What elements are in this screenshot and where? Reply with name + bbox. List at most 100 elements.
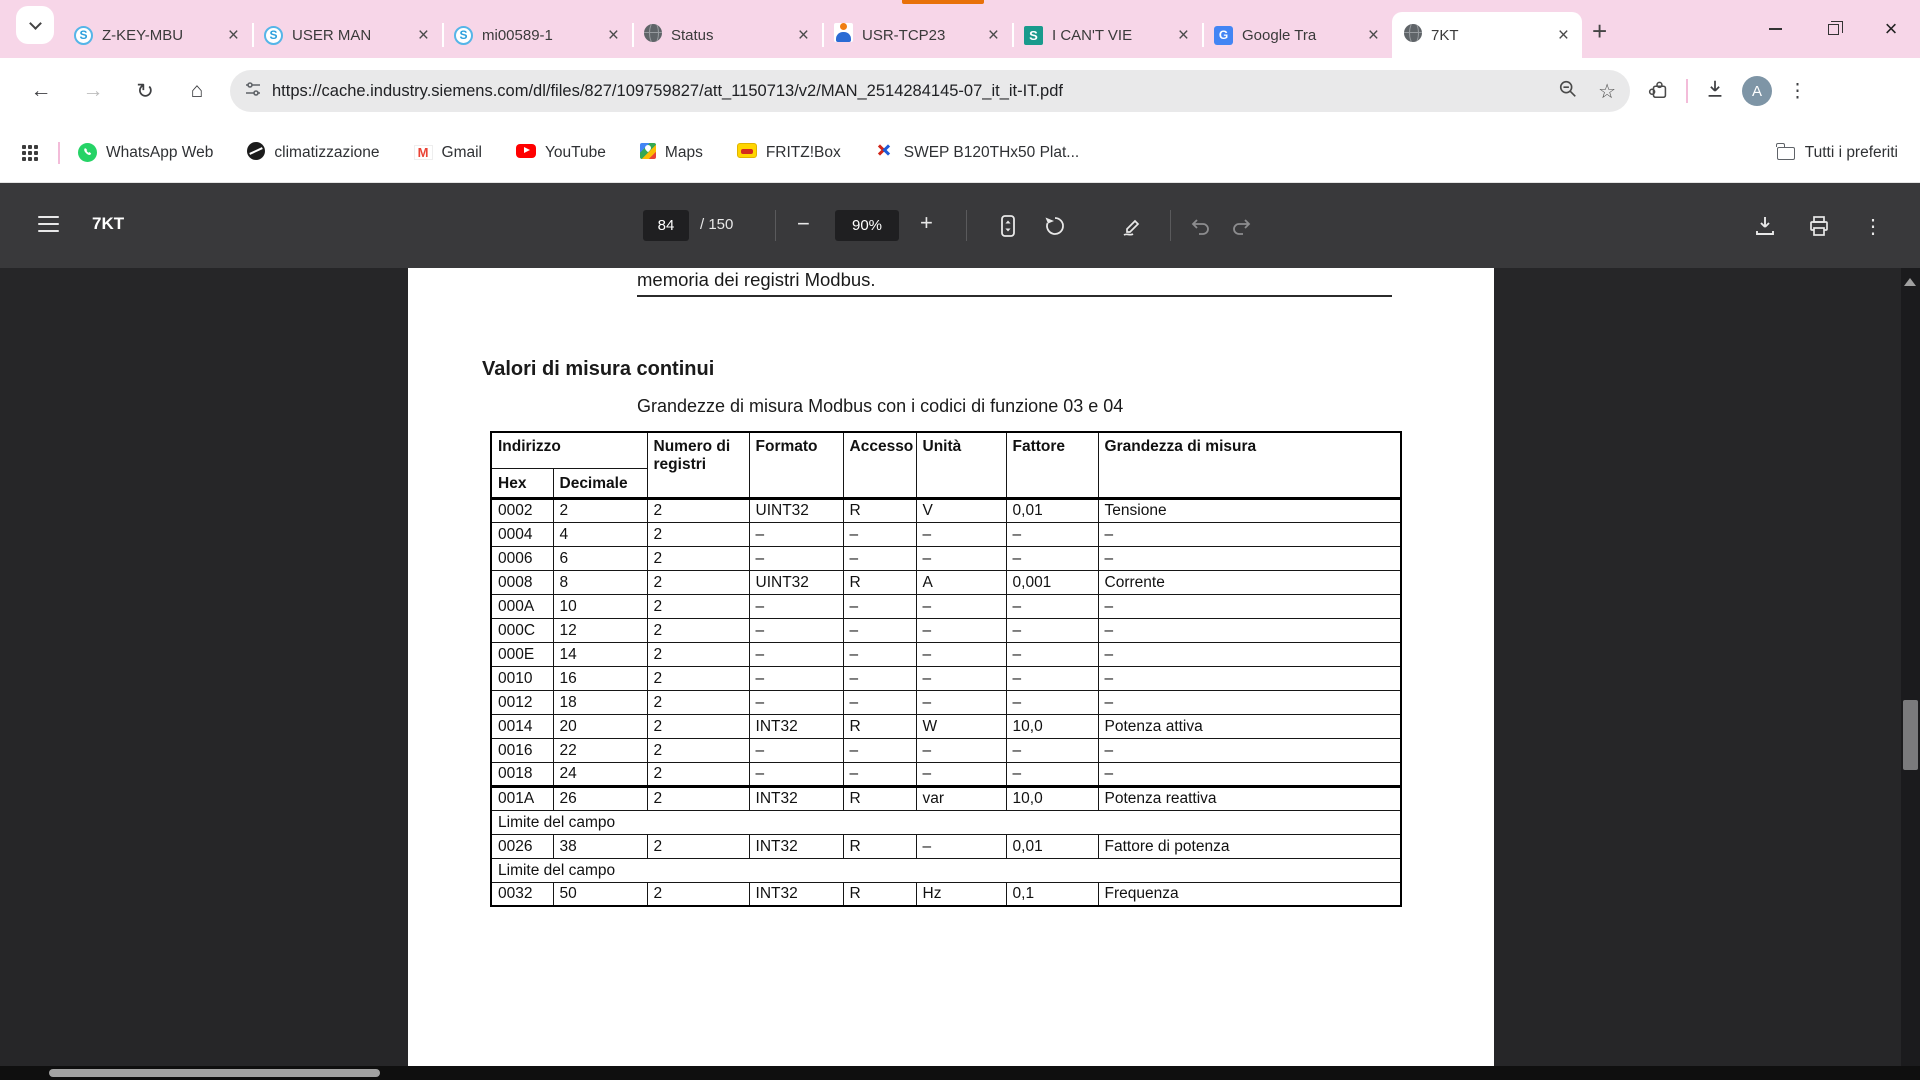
table-row: 0032502INT32RHz0,1Frequenza (491, 882, 1401, 906)
table-row: 000442––––– (491, 522, 1401, 546)
tab-close-icon[interactable]: × (1175, 26, 1192, 45)
table-cell: 24 (553, 762, 647, 786)
bookmark-gmail[interactable]: MGmail (414, 144, 482, 162)
table-cell: – (1098, 690, 1401, 714)
back-icon[interactable]: ← (24, 79, 58, 103)
tab-i-can-t-vie[interactable]: SI CAN'T VIE× (1012, 12, 1202, 58)
restore-button[interactable] (1804, 0, 1862, 58)
table-row: 000222UINT32RV0,01Tensione (491, 498, 1401, 522)
site-info-icon[interactable] (244, 80, 262, 103)
horizontal-scroll-thumb[interactable] (49, 1069, 380, 1077)
table-cell: Hz (916, 882, 1006, 906)
table-cell: 0004 (491, 522, 553, 546)
rotate-icon[interactable] (1042, 213, 1068, 239)
forward-icon[interactable]: → (76, 79, 110, 103)
table-cell: 2 (647, 690, 749, 714)
downloads-icon[interactable] (1704, 78, 1726, 105)
scroll-up-icon[interactable] (1904, 278, 1916, 286)
minimize-button[interactable] (1746, 0, 1804, 58)
vertical-scroll-thumb[interactable] (1903, 700, 1918, 770)
pdf-menu-dots-icon[interactable]: ⋮ (1860, 213, 1886, 239)
tab-accent-strip (902, 0, 984, 4)
table-cell: 38 (553, 834, 647, 858)
table-row: 0010162––––– (491, 666, 1401, 690)
all-bookmarks[interactable]: Tutti i preferiti (1777, 144, 1898, 162)
table-cell: 0012 (491, 690, 553, 714)
tab-google-tra[interactable]: GGoogle Tra× (1202, 12, 1392, 58)
bookmark-star-icon[interactable]: ☆ (1598, 79, 1616, 104)
tab-close-icon[interactable]: × (225, 26, 242, 45)
tab-close-icon[interactable]: × (1365, 26, 1382, 45)
tab-close-icon[interactable]: × (985, 26, 1002, 45)
zoom-in-button[interactable]: + (920, 210, 933, 236)
tab-usr-tcp23[interactable]: USR-TCP23× (822, 12, 1012, 58)
table-cell: 0008 (491, 570, 553, 594)
tab-search-button[interactable] (16, 6, 54, 44)
new-tab-button[interactable]: + (1592, 18, 1607, 44)
vertical-scrollbar[interactable] (1901, 268, 1920, 1080)
apps-grid-icon[interactable] (22, 145, 38, 161)
tab-close-icon[interactable]: × (605, 26, 622, 45)
tab-mi00589-1[interactable]: Smi00589-1× (442, 12, 632, 58)
horizontal-scrollbar[interactable] (0, 1066, 1920, 1080)
bookmark-whatsapp-web[interactable]: WhatsApp Web (78, 143, 213, 163)
bookmark-swep-b120thx50-plat[interactable]: SWEP B120THx50 Plat... (875, 143, 1079, 164)
window-controls: × (1746, 0, 1920, 58)
table-cell: 22 (553, 738, 647, 762)
table-cell: – (1098, 666, 1401, 690)
table-cell: INT32 (749, 714, 843, 738)
avatar[interactable]: A (1742, 76, 1772, 106)
zoom-out-icon[interactable] (1558, 79, 1578, 104)
table-cell: 2 (647, 666, 749, 690)
table-cell: Potenza attiva (1098, 714, 1401, 738)
zoom-out-button[interactable]: − (797, 211, 810, 237)
bookmark-climatizzazione[interactable]: climatizzazione (247, 142, 379, 165)
table-row: 0026382INT32R–0,01Fattore di potenza (491, 834, 1401, 858)
tab-7kt[interactable]: 7KT × (1392, 12, 1582, 58)
annotate-icon[interactable] (1120, 213, 1146, 239)
page-number-input[interactable]: 84 (643, 210, 689, 241)
table-cell: 2 (647, 786, 749, 810)
extensions-icon[interactable] (1648, 78, 1670, 105)
tab-label: USER MAN (292, 27, 409, 44)
print-icon[interactable] (1806, 213, 1832, 239)
table-cell: Potenza reattiva (1098, 786, 1401, 810)
zoom-level-input[interactable]: 90% (835, 210, 899, 241)
col-header-registri: Numero di registri (647, 432, 749, 498)
tab-close-icon[interactable]: × (1555, 26, 1572, 45)
pdf-menu-icon[interactable] (38, 216, 59, 232)
browser-menu-icon[interactable]: ⋮ (1788, 80, 1807, 103)
table-span-row-label: Limite del campo (491, 858, 1401, 882)
tab-close-icon[interactable]: × (415, 26, 432, 45)
bookmark-maps[interactable]: Maps (640, 143, 703, 164)
table-cell: – (1006, 738, 1098, 762)
pdf-download-icon[interactable] (1752, 213, 1778, 239)
tab-label: 7KT (1431, 27, 1549, 44)
table-cell: – (843, 642, 916, 666)
home-icon[interactable]: ⌂ (180, 79, 214, 103)
address-bar[interactable]: https://cache.industry.siemens.com/dl/fi… (230, 70, 1630, 112)
table-cell: 2 (647, 738, 749, 762)
redo-icon[interactable] (1228, 213, 1254, 239)
reload-icon[interactable]: ↻ (128, 79, 162, 104)
modbus-register-table: Indirizzo Numero di registri Formato Acc… (490, 431, 1402, 907)
youtube-icon (516, 144, 536, 163)
table-cell: – (749, 690, 843, 714)
tab-status[interactable]: Status× (632, 12, 822, 58)
fit-page-icon[interactable] (995, 213, 1021, 239)
tab-user-man[interactable]: SUSER MAN× (252, 12, 442, 58)
pdf-divider (1170, 210, 1171, 241)
table-cell: 14 (553, 642, 647, 666)
globe-favicon (644, 24, 662, 47)
bookmark-youtube[interactable]: YouTube (516, 144, 606, 163)
bookmark-fritz-box[interactable]: FRITZ!Box (737, 143, 841, 163)
close-button[interactable]: × (1862, 0, 1920, 58)
url-text[interactable]: https://cache.industry.siemens.com/dl/fi… (272, 82, 1558, 101)
undo-icon[interactable] (1188, 213, 1214, 239)
tab-close-icon[interactable]: × (795, 26, 812, 45)
steal-favicon: S (1024, 26, 1043, 45)
tab-label: Google Tra (1242, 27, 1359, 44)
usr-favicon (834, 23, 853, 47)
tab-z-key-mbu[interactable]: SZ-KEY-MBU× (62, 12, 252, 58)
table-row: 0014202INT32RW10,0Potenza attiva (491, 714, 1401, 738)
